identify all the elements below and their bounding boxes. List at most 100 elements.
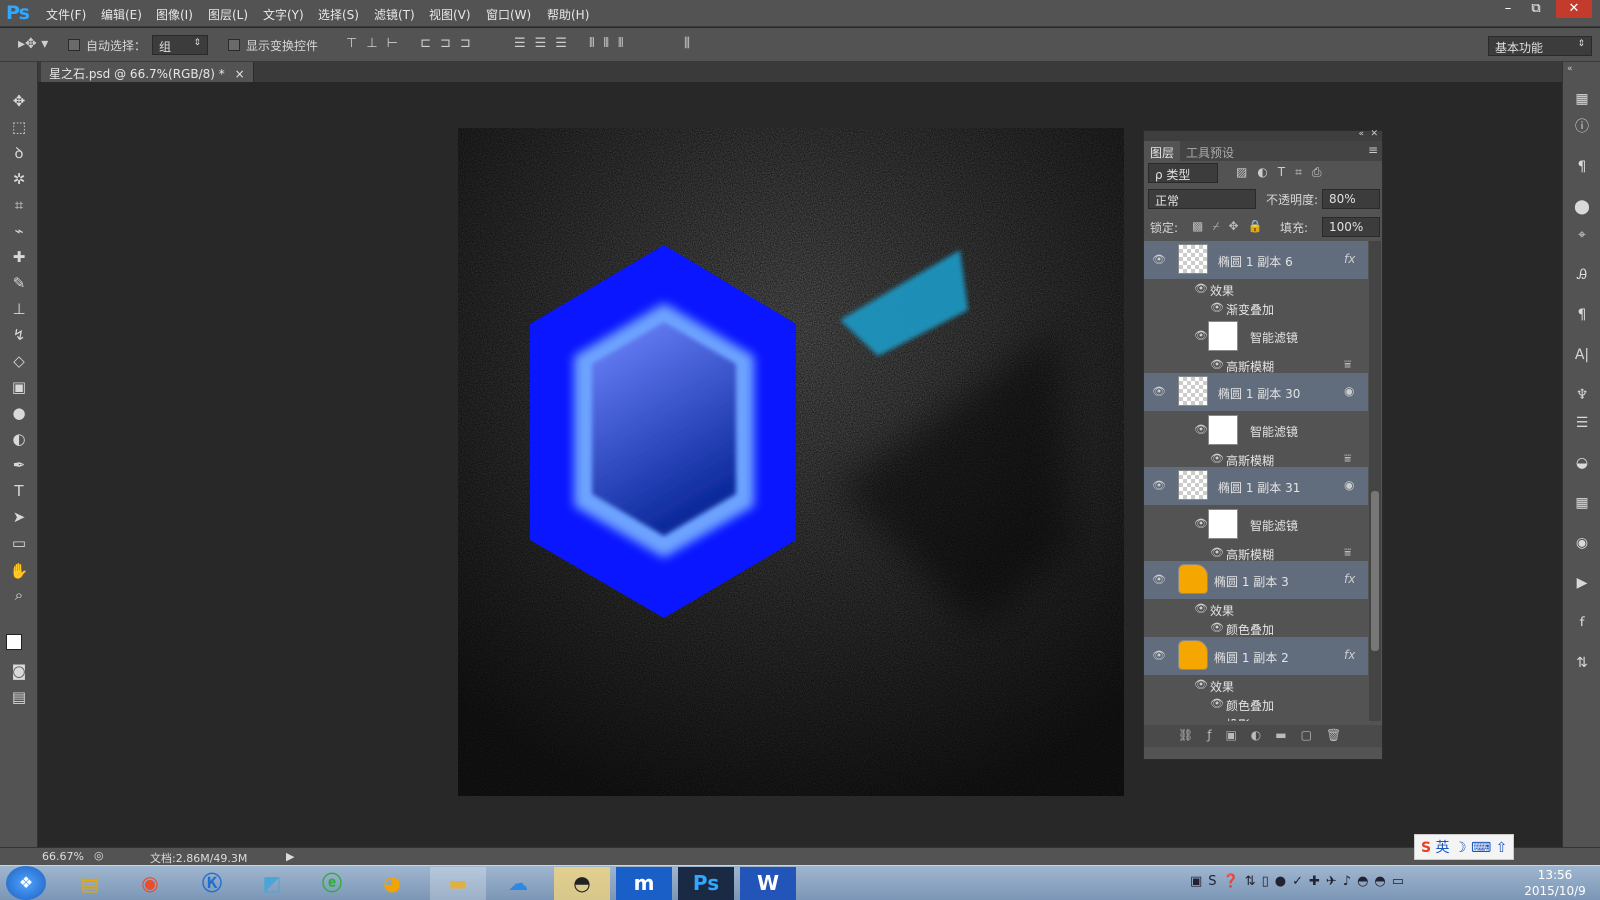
move-tool-icon[interactable]: ▸✥ ▾: [18, 36, 48, 52]
show-transform-checkbox[interactable]: [228, 39, 240, 51]
screen-mode-icon[interactable]: ▤: [7, 686, 31, 708]
auto-select-checkbox[interactable]: [68, 39, 80, 51]
restore-button[interactable]: ⧉: [1522, 0, 1550, 18]
healing-brush-icon[interactable]: ✚: [7, 246, 31, 268]
paragraph-styles-icon[interactable]: ¶: [1571, 304, 1593, 326]
distribute-icons[interactable]: ☰☰☰ ⫴⫴⫴: [514, 36, 632, 51]
filter-options-icon[interactable]: ⩸: [1344, 357, 1351, 372]
marquee-tool-icon[interactable]: ⬚: [7, 116, 31, 138]
eye-icon[interactable]: 👁: [1152, 253, 1166, 266]
layer-row[interactable]: 👁 椭圆 1 副本 31 ◉: [1144, 467, 1368, 505]
collapse-icon[interactable]: «: [1567, 64, 1573, 74]
browser-icon[interactable]: ⓔ: [304, 867, 360, 900]
status-menu-arrow-icon[interactable]: ▶: [286, 850, 294, 863]
fx-icon[interactable]: fx: [1344, 252, 1355, 266]
eye-icon[interactable]: 👁: [1210, 358, 1224, 371]
path-select-icon[interactable]: ➤: [7, 506, 31, 528]
layer-row[interactable]: 👁 椭圆 1 副本 3 fx: [1144, 561, 1368, 599]
shape-tool-icon[interactable]: ▭: [7, 532, 31, 554]
eye-icon[interactable]: 👁: [1210, 301, 1224, 314]
k-player-icon[interactable]: Ⓚ: [184, 867, 240, 900]
styles-icon[interactable]: ◒: [1571, 452, 1593, 474]
m-app-icon[interactable]: m: [616, 867, 672, 900]
layer-row[interactable]: 👁 椭圆 1 副本 30 ◉: [1144, 373, 1368, 411]
character-styles-icon[interactable]: Ꭿ: [1571, 264, 1593, 286]
stamp-tool-icon[interactable]: ⊥: [7, 298, 31, 320]
menu-type[interactable]: 文字(Y): [263, 6, 304, 23]
ime-mode[interactable]: 英: [1436, 840, 1450, 856]
align-icons[interactable]: ⊤⊥⊢ ⊏⊐⊐: [346, 36, 480, 51]
eye-icon[interactable]: 👁: [1152, 649, 1166, 662]
foreground-color-swatch[interactable]: [6, 634, 22, 650]
tab-layers[interactable]: 图层: [1144, 141, 1181, 161]
document-canvas[interactable]: [458, 128, 1124, 796]
menu-select[interactable]: 选择(S): [318, 6, 359, 23]
eye-icon[interactable]: 👁: [1194, 602, 1208, 615]
clock-date[interactable]: 2015/10/9: [1520, 884, 1590, 898]
layer-filter-dropdown[interactable]: ρ 类型: [1148, 163, 1218, 183]
adjustments-icon[interactable]: ☰: [1571, 412, 1593, 434]
pen-app-icon[interactable]: ◩: [244, 867, 300, 900]
layer-row[interactable]: 👁 椭圆 1 副本 2 fx: [1144, 637, 1368, 675]
gradient-tool-icon[interactable]: ▣: [7, 376, 31, 398]
clock-time[interactable]: 13:56: [1520, 868, 1590, 882]
pen-tool-icon[interactable]: ✒: [7, 454, 31, 476]
hand-tool-icon[interactable]: ✋: [7, 560, 31, 582]
ime-toolbar[interactable]: S 英 ☽ ⌨ ⇧: [1414, 834, 1515, 860]
close-icon[interactable]: ✕: [1370, 129, 1378, 139]
eye-icon[interactable]: 👁: [1194, 423, 1208, 436]
photoshop-icon[interactable]: Ps: [678, 867, 734, 900]
menu-view[interactable]: 视图(V): [429, 6, 471, 23]
eye-icon[interactable]: 👁: [1210, 621, 1224, 634]
balloon-app-icon[interactable]: ◉: [122, 867, 178, 900]
media-icon[interactable]: ◕: [364, 867, 420, 900]
fill-field[interactable]: 100%: [1322, 217, 1380, 237]
eye-icon[interactable]: 👁: [1194, 329, 1208, 342]
filter-options-icon[interactable]: ⩸: [1344, 451, 1351, 466]
lasso-tool-icon[interactable]: ꝺ: [7, 142, 31, 164]
actions-icon[interactable]: ▶: [1571, 572, 1593, 594]
filter-options-icon[interactable]: ⩸: [1344, 545, 1351, 560]
word-icon[interactable]: W: [740, 867, 796, 900]
eye-icon[interactable]: 👁: [1152, 385, 1166, 398]
info-icon[interactable]: ⓘ: [1571, 116, 1593, 138]
eye-icon[interactable]: 👁: [1194, 517, 1208, 530]
paths-icon[interactable]: ⌖: [1571, 224, 1593, 246]
opacity-field[interactable]: 80%: [1322, 189, 1380, 209]
layers-scrollbar[interactable]: [1369, 241, 1381, 721]
navigator-icon[interactable]: ◉: [1571, 532, 1593, 554]
menu-help[interactable]: 帮助(H): [547, 6, 589, 23]
type-tool-icon[interactable]: T: [7, 480, 31, 502]
fx-icon[interactable]: fx: [1344, 572, 1355, 586]
eye-icon[interactable]: 👁: [1194, 282, 1208, 295]
layer-row[interactable]: 👁 椭圆 1 副本 6 fx: [1144, 241, 1368, 279]
quick-mask-icon[interactable]: ◙: [7, 660, 31, 682]
eye-icon[interactable]: 👁: [1210, 452, 1224, 465]
zoom-tool-icon[interactable]: ⌕: [7, 584, 31, 606]
tab-tool-presets[interactable]: 工具预设: [1186, 144, 1234, 161]
move-tool-icon[interactable]: ✥: [7, 90, 31, 112]
eye-icon[interactable]: 👁: [1152, 479, 1166, 492]
menu-image[interactable]: 图像(I): [156, 6, 193, 23]
close-button[interactable]: ✕: [1556, 0, 1592, 18]
paragraph-icon[interactable]: ¶: [1571, 156, 1593, 178]
history-icon[interactable]: ▦: [1571, 88, 1593, 110]
blend-mode-dropdown[interactable]: 正常: [1148, 189, 1256, 209]
layer-comps-icon[interactable]: ꬵ: [1571, 612, 1593, 634]
cloud-icon[interactable]: ☁: [490, 867, 546, 900]
auto-align-icon[interactable]: ⫼: [684, 36, 690, 51]
notes-app-icon[interactable]: ▤: [62, 867, 118, 900]
eyedropper-icon[interactable]: ⌁: [7, 220, 31, 242]
eye-icon[interactable]: 👁: [1152, 573, 1166, 586]
menu-filter[interactable]: 滤镜(T): [374, 6, 415, 23]
color-icon[interactable]: ⬤: [1571, 196, 1593, 218]
system-tray-icons[interactable]: ▣S❓⇅▯●✓✚✈♪◓◓▭: [1190, 874, 1410, 889]
filter-type-icons[interactable]: ▨◐T⌗⎙: [1236, 165, 1332, 180]
eraser-tool-icon[interactable]: ◇: [7, 350, 31, 372]
eye-icon[interactable]: 👁: [1210, 697, 1224, 710]
swatches-icon[interactable]: ▦: [1571, 492, 1593, 514]
menu-edit[interactable]: 编辑(E): [101, 6, 142, 23]
dodge-tool-icon[interactable]: ◐: [7, 428, 31, 450]
collapse-icon[interactable]: «: [1358, 129, 1364, 139]
zoom-level[interactable]: 66.67%: [42, 850, 84, 863]
